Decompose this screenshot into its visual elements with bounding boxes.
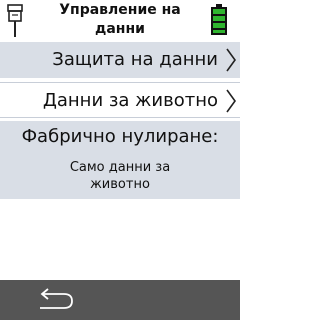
- footer-bar: [0, 280, 240, 320]
- battery-icon: [211, 4, 227, 35]
- factory-reset-panel[interactable]: Фабрично нулиране: Само данни за животно: [0, 121, 240, 199]
- header-bar: Управление на данни: [0, 0, 240, 42]
- menu-item-label: Защита на данни: [52, 49, 218, 70]
- menu-item-label: Данни за животно: [42, 90, 218, 111]
- menu-item-data-protection[interactable]: Защита на данни: [0, 42, 240, 78]
- chevron-right-icon: [226, 89, 236, 113]
- device-icon: [7, 4, 23, 37]
- menu-item-animal-data[interactable]: Данни за животно: [0, 82, 240, 118]
- chevron-right-icon: [226, 48, 236, 72]
- page-title: Управление на данни: [59, 2, 181, 37]
- factory-reset-heading: Фабрично нулиране:: [21, 126, 219, 147]
- back-arrow-icon[interactable]: [36, 288, 76, 310]
- factory-reset-value: Само данни за животно: [69, 160, 171, 192]
